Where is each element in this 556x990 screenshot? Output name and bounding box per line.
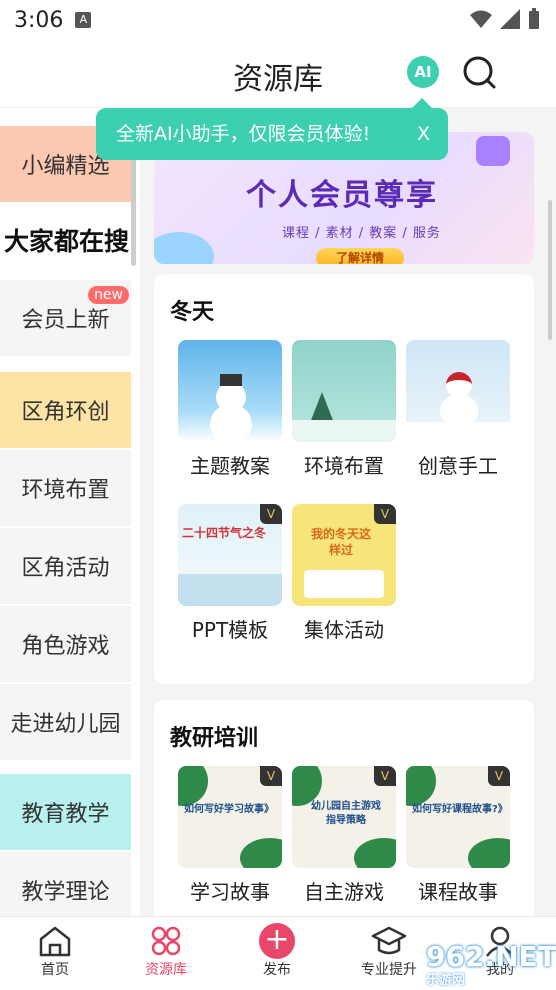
sidebar-item-label: 区角环创 [21,400,110,425]
sidebar-item-label: 角色游戏 [21,634,110,659]
section-title: 教研培训 [170,726,259,751]
signal-icon [500,9,520,29]
winter-trees-thumbnail [292,340,396,442]
sidebar-item-environment[interactable]: 环境布置 [0,450,131,526]
sidebar-item-label: 区角活动 [21,556,110,581]
search-icon[interactable] [462,55,496,91]
snowman-thumbnail [178,340,282,442]
sidebar-item-label: 走进幼儿园 [10,712,121,737]
tile-environment[interactable]: 环境布置 [292,340,396,479]
vip-icon: V [374,766,396,786]
section-title: 冬天 [170,300,215,325]
banner-decoration [154,232,214,264]
tile-learning-story[interactable]: 如何写好学习故事》 V 学习故事 [178,766,282,905]
tab-professional[interactable]: 专业提升 [344,923,434,979]
plus-icon: + [259,923,295,959]
graduation-icon [371,926,407,955]
tab-label: 首页 [41,962,69,978]
tile-ppt[interactable]: 二十四节气之冬 V PPT模板 [178,504,282,643]
sidebar-item-corner-activity[interactable]: 区角活动 [0,528,131,604]
wifi-icon [470,10,492,28]
tab-label: 专业提升 [361,962,417,978]
home-icon [39,926,71,957]
course-story-thumbnail: 如何写好课程故事?》 V [406,766,510,868]
status-bar: 3:06 A [0,0,556,40]
banner-title: 个人会员尊享 [246,178,438,213]
tile-label: 创意手工 [418,454,498,478]
tile-free-play[interactable]: 幼儿园自主游戏指导策略 V 自主游戏 [292,766,396,905]
content-area: 个人会员尊享 课程 / 素材 / 教案 / 服务 了解详情 冬天 主题教案 环境… [140,108,556,916]
sidebar-item-label: 环境布置 [21,478,110,503]
my-winter-thumbnail: 我的冬天这样过 V [292,504,396,606]
snowman-photo-thumbnail [406,340,510,442]
status-time: 3:06 [14,7,64,33]
ai-promo-tooltip[interactable]: 全新AI小助手，仅限会员体验! X [96,98,448,160]
sidebar-item-label: 教学理论 [21,880,110,905]
sidebar-item-education[interactable]: 教育教学 [0,774,131,850]
tile-label: 学习故事 [190,880,270,904]
tile-label: 集体活动 [304,618,384,642]
sidebar-item-member-new[interactable]: 会员上新 new [0,280,131,356]
battery-icon [529,8,539,29]
tile-craft[interactable]: 创意手工 [406,340,510,479]
tile-label: 环境布置 [304,454,384,478]
tile-label: 主题教案 [190,454,270,478]
content-scrollbar[interactable] [548,200,552,340]
banner-subtitle: 课程 / 素材 / 教案 / 服务 [282,226,441,241]
banner-details-button[interactable]: 了解详情 [316,248,404,264]
vip-icon: V [488,766,510,786]
tab-label: 发布 [263,962,291,978]
tile-theme-plan[interactable]: 主题教案 [178,340,282,479]
tab-publish[interactable]: + 发布 [232,923,322,979]
status-icons [470,8,540,30]
tab-home[interactable]: 首页 [10,923,100,979]
vip-icon: V [260,504,282,524]
tooltip-text: 全新AI小助手，仅限会员体验! [116,123,371,145]
sidebar-item-label: 教育教学 [21,802,110,827]
training-section: 教研培训 如何写好学习故事》 V 学习故事 幼儿园自主游戏指导策略 V 自主游戏… [154,700,534,916]
new-badge: new [88,286,129,304]
sidebar-item-label: 会员上新 [21,308,110,333]
tile-course-story[interactable]: 如何写好课程故事?》 V 课程故事 [406,766,510,905]
tab-resources[interactable]: 资源库 [121,923,211,979]
site-watermark: 962.NET 乐游网 [426,940,556,988]
vip-icon: V [374,504,396,524]
tile-label: 自主游戏 [304,880,384,904]
sidebar-item-role-play[interactable]: 角色游戏 [0,606,131,682]
tile-label: 课程故事 [418,880,498,904]
tab-label: 资源库 [145,962,187,978]
sidebar-item-corner-env[interactable]: 区角环创 [0,372,131,448]
tile-label: PPT模板 [191,618,269,642]
ai-assistant-button[interactable]: AI [407,56,439,88]
category-sidebar: 小编精选 大家都在搜 会员上新 new 区角环创 环境布置 区角活动 角色游戏 走… [0,108,140,928]
app-header: 资源库 AI [0,40,556,108]
vip-icon: V [260,766,282,786]
sidebar-item-trending[interactable]: 大家都在搜 [0,202,131,278]
learning-story-thumbnail: 如何写好学习故事》 V [178,766,282,868]
free-play-thumbnail: 幼儿园自主游戏指导策略 V [292,766,396,868]
grid-icon [151,926,181,956]
tile-group-activity[interactable]: 我的冬天这样过 V 集体活动 [292,504,396,643]
tooltip-close-button[interactable]: X [417,108,430,160]
notification-icon: A [75,12,92,28]
solar-terms-thumbnail: 二十四节气之冬 V [178,504,282,606]
winter-section: 冬天 主题教案 环境布置 创意手工 二十四节气之冬 V PPT模板 我的冬天这样… [154,274,534,684]
sidebar-item-label: 大家都在搜 [4,227,130,256]
sidebar-item-kindergarten[interactable]: 走进幼儿园 [0,684,131,760]
play-icon [476,136,510,166]
